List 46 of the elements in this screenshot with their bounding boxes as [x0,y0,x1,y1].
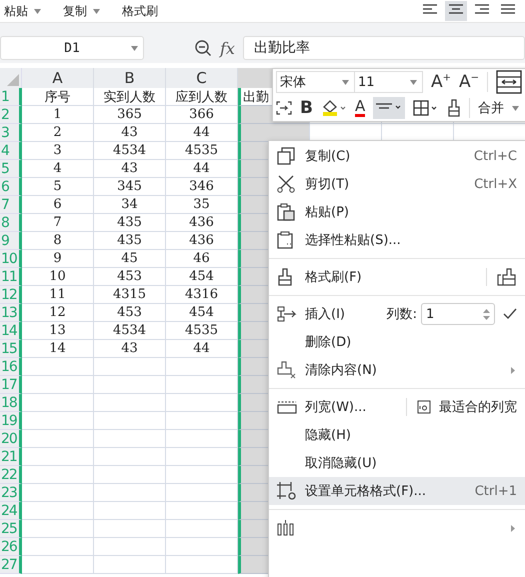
table-cell: 2 [22,124,94,142]
table-cell: 12 [22,304,94,322]
table-cell: 6 [22,196,94,214]
table-cell: 14 [22,340,94,358]
table-cell: 3 [22,142,94,160]
menu-label: 隐藏(H) [305,427,351,444]
table-cell: 序号 [22,88,94,106]
table-cell: 4 [22,160,94,178]
table-cell: 365 [94,106,166,124]
table-cell: 435 [94,214,166,232]
menu-label: 清除内容(N) [305,362,377,379]
menu-label: 删除(D) [305,334,352,351]
table-cell: 实到人数 [94,88,166,106]
table-cell: 45 [94,250,166,268]
menu-label: 取消隐藏(U) [305,455,377,472]
table-cell: 5 [22,178,94,196]
menu-label: 粘贴(P) [305,204,349,221]
table-cell: 8 [22,232,94,250]
table-cell: 13 [22,322,94,340]
shortcut-label: Ctrl+C [474,148,517,164]
shortcut-label: Ctrl+1 [474,484,517,498]
table-cell: 4534 [94,142,166,160]
menu-label: 插入(I) [305,306,345,323]
count-label: 列数: [386,306,417,323]
table-cell: 7 [22,214,94,232]
table-cell: 345 [94,178,166,196]
table-cell: 4534 [94,322,166,340]
table-cell: 43 [94,124,166,142]
menu-label: 列宽(W)... [305,399,366,416]
shortcut-label: Ctrl+X [474,176,517,192]
table-cell: 453 [94,268,166,286]
table-cell: 435 [94,232,166,250]
table-cell: 10 [22,268,94,286]
menu-label: 选择性粘贴(S)... [305,232,401,249]
table-cell: 43 [94,160,166,178]
table-cell: 1 [22,106,94,124]
table-cell: 43 [94,340,166,358]
table-cell: 4315 [94,286,166,304]
table-cell: 34 [94,196,166,214]
menu-label: 复制(C) [305,148,350,165]
table-cell: 453 [94,304,166,322]
table-cell: 9 [22,250,94,268]
menu-label: 剪切(T) [305,176,350,193]
menu-label: 设置单元格格式(F)... [305,483,426,500]
table-cell: 11 [22,286,94,304]
menu-label: 格式刷(F) [305,269,362,286]
